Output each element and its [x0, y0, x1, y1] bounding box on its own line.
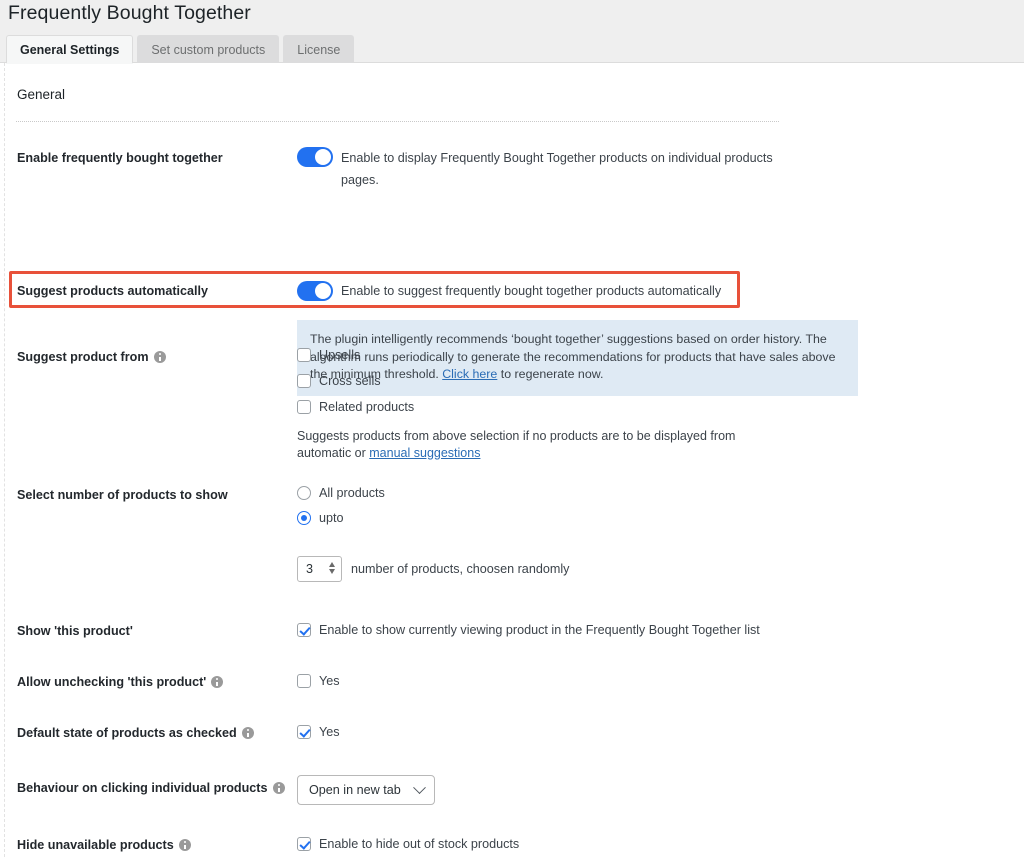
row-label-hide-unavailable-text: Hide unavailable products — [17, 838, 174, 852]
row-label-hide-unavailable: Hide unavailable products — [17, 838, 191, 852]
row-label-suggest-auto-text: Suggest products automatically — [17, 284, 209, 298]
page-title: Frequently Bought Together — [8, 2, 251, 24]
checkbox-related-products-label: Related products — [319, 400, 415, 414]
radio-upto-label: upto — [319, 511, 344, 525]
field-enable-fbt: Enable to display Frequently Bought Toge… — [297, 147, 801, 191]
section-title-general: General — [17, 87, 66, 102]
row-label-behaviour-text: Behaviour on clicking individual product… — [17, 781, 268, 795]
field-default-checked: Yes — [297, 725, 340, 739]
helper-text-before-link: Suggests products from above selection i… — [297, 429, 736, 460]
suggest-auto-description: Enable to suggest frequently bought toge… — [341, 284, 722, 298]
checkbox-option-cross-sells[interactable]: Cross sells — [297, 374, 737, 388]
tab-set-custom-products[interactable]: Set custom products — [137, 35, 280, 63]
row-label-show-this-product-text: Show 'this product' — [17, 624, 133, 638]
checkbox-related-products[interactable] — [297, 400, 311, 414]
row-label-enable-fbt: Enable frequently bought together — [17, 151, 223, 165]
info-icon[interactable] — [211, 676, 224, 688]
checkbox-cross-sells[interactable] — [297, 374, 311, 388]
stepper-up-icon[interactable] — [329, 562, 335, 567]
stepper-arrows-icon[interactable] — [329, 562, 335, 574]
info-icon[interactable] — [178, 839, 191, 851]
chevron-down-icon — [412, 780, 426, 794]
row-label-suggest-from: Suggest product from — [17, 350, 166, 364]
stepper-down-icon[interactable] — [329, 569, 335, 574]
checkbox-upsells[interactable] — [297, 348, 311, 362]
checkbox-option-default-checked[interactable]: Yes — [297, 725, 340, 739]
behaviour-select[interactable]: Open in new tab — [297, 775, 435, 805]
field-behaviour: Open in new tab — [297, 775, 435, 805]
field-hide-unavailable: Enable to hide out of stock products — [297, 837, 519, 851]
info-icon[interactable] — [272, 782, 285, 794]
field-allow-unchecking: Yes — [297, 674, 340, 688]
manual-suggestions-link[interactable]: manual suggestions — [369, 446, 480, 460]
row-label-enable-fbt-text: Enable frequently bought together — [17, 151, 223, 165]
checkbox-allow-unchecking[interactable] — [297, 674, 311, 688]
checkbox-option-hide-unavailable[interactable]: Enable to hide out of stock products — [297, 837, 519, 851]
left-dashed-rule — [4, 63, 5, 857]
checkbox-show-this-product-label: Enable to show currently viewing product… — [319, 623, 760, 637]
checkbox-option-allow-unchecking[interactable]: Yes — [297, 674, 340, 688]
enable-fbt-description: Enable to display Frequently Bought Toge… — [341, 151, 773, 187]
checkbox-upsells-label: Upsells — [319, 348, 361, 362]
enable-fbt-toggle[interactable] — [297, 147, 333, 167]
radio-all-products-label: All products — [319, 486, 385, 500]
suggest-auto-toggle[interactable] — [297, 281, 333, 301]
toggle-knob-icon — [315, 283, 331, 299]
row-label-default-checked-text: Default state of products as checked — [17, 726, 237, 740]
tab-bar: General Settings Set custom products Lic… — [6, 35, 355, 63]
tab-general-settings[interactable]: General Settings — [6, 35, 134, 63]
checkbox-allow-unchecking-label: Yes — [319, 674, 340, 688]
checkbox-show-this-product[interactable] — [297, 623, 311, 637]
row-label-allow-unchecking: Allow unchecking 'this product' — [17, 675, 224, 689]
tab-license[interactable]: License — [283, 35, 355, 63]
checkbox-cross-sells-label: Cross sells — [319, 374, 381, 388]
number-of-products-stepper[interactable]: 3 — [297, 556, 342, 582]
radio-option-upto[interactable]: upto — [297, 511, 569, 525]
info-icon[interactable] — [153, 351, 166, 363]
section-divider — [16, 121, 779, 122]
number-of-products-value: 3 — [306, 562, 314, 576]
field-suggest-from: Upsells Cross sells Related products Sug… — [297, 348, 737, 461]
checkbox-default-checked-label: Yes — [319, 725, 340, 739]
field-show-this-product: Enable to show currently viewing product… — [297, 623, 760, 637]
row-label-number-to-show-text: Select number of products to show — [17, 488, 228, 502]
row-label-allow-unchecking-text: Allow unchecking 'this product' — [17, 675, 207, 689]
row-label-default-checked: Default state of products as checked — [17, 726, 254, 740]
toggle-knob-icon — [315, 149, 331, 165]
radio-all-products[interactable] — [297, 486, 311, 500]
row-label-show-this-product: Show 'this product' — [17, 624, 133, 638]
radio-upto[interactable] — [297, 511, 311, 525]
tab-general-settings-label: General Settings — [20, 42, 120, 57]
checkbox-option-related-products[interactable]: Related products — [297, 400, 737, 414]
info-icon[interactable] — [241, 727, 254, 739]
settings-page: Frequently Bought Together General Setti… — [0, 0, 1024, 857]
suggest-from-helper-text: Suggests products from above selection i… — [297, 428, 737, 461]
checkbox-default-checked[interactable] — [297, 725, 311, 739]
field-suggest-auto: Enable to suggest frequently bought toge… — [297, 281, 721, 301]
checkbox-option-upsells[interactable]: Upsells — [297, 348, 737, 362]
number-of-products-suffix: number of products, choosen randomly — [351, 562, 570, 576]
tab-set-custom-products-label: Set custom products — [151, 42, 266, 57]
page-header: Frequently Bought Together General Setti… — [0, 0, 1024, 63]
checkbox-option-show-this-product[interactable]: Enable to show currently viewing product… — [297, 623, 760, 637]
tab-license-label: License — [297, 42, 341, 57]
row-label-suggest-from-text: Suggest product from — [17, 350, 149, 364]
settings-body: General Enable frequently bought togethe… — [0, 63, 1024, 857]
row-label-suggest-auto: Suggest products automatically — [17, 284, 208, 298]
behaviour-select-value: Open in new tab — [309, 783, 401, 797]
row-label-number-to-show: Select number of products to show — [17, 488, 228, 502]
row-label-behaviour: Behaviour on clicking individual product… — [17, 781, 285, 795]
radio-option-all-products[interactable]: All products — [297, 486, 569, 500]
field-number-to-show: All products upto 3 number of products, … — [297, 486, 569, 582]
checkbox-hide-unavailable[interactable] — [297, 837, 311, 851]
checkbox-hide-unavailable-label: Enable to hide out of stock products — [319, 837, 520, 851]
number-of-products-row: 3 number of products, choosen randomly — [297, 556, 569, 582]
